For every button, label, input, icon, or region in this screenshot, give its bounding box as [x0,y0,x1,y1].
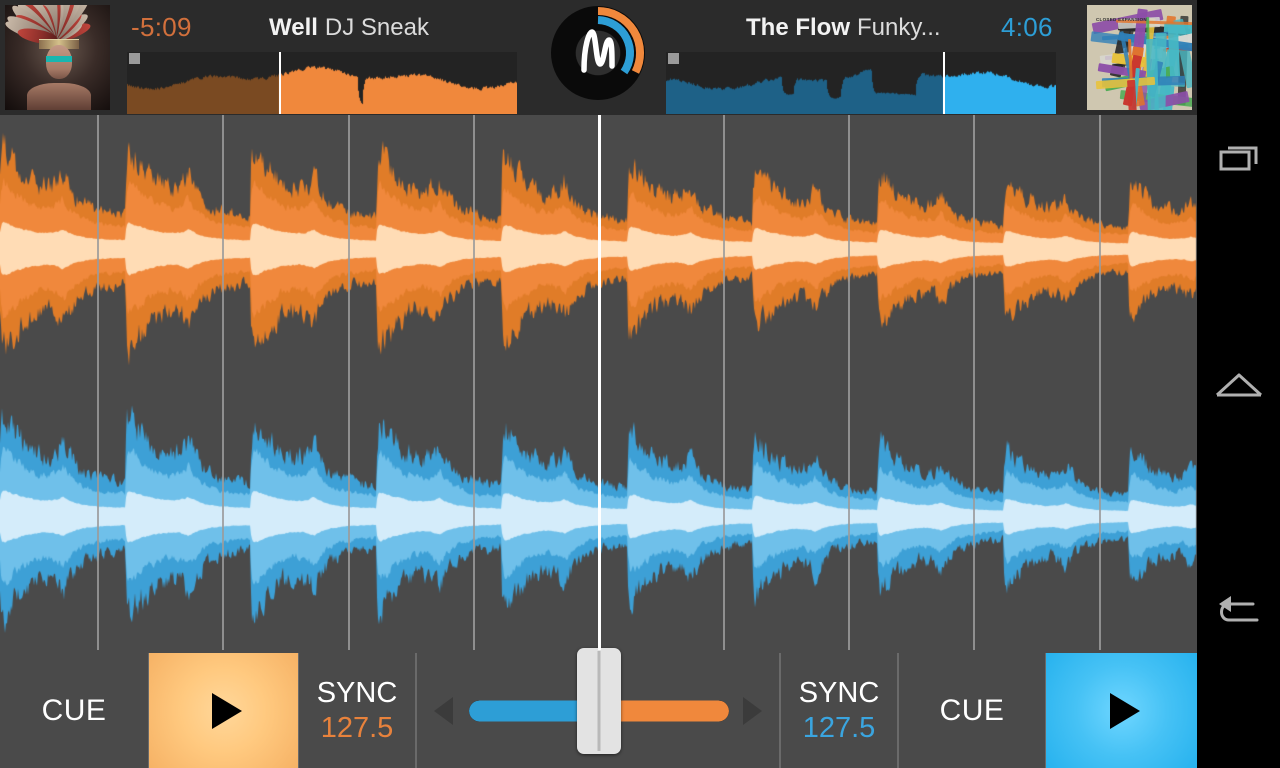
nav-home-button[interactable] [1197,330,1280,440]
arrow-left-icon[interactable] [434,696,453,725]
deck-b-play-button[interactable] [1046,653,1197,768]
deck-b-time-remaining: 4:06 [1001,12,1053,42]
deck-a-cue-marker [129,53,140,64]
app-logo[interactable] [551,6,645,100]
deck-b-sync-button[interactable]: SYNC 127.5 [780,653,898,768]
album-art-right[interactable]: CLOSED EXPANSION [1087,5,1192,110]
circular-waveform-logo-icon [581,6,645,75]
album-art-left-image [5,5,110,110]
deck-a-cue-button[interactable]: CUE [0,653,149,768]
deck-b-track-info[interactable]: The Flow Funky... [746,14,941,42]
play-triangle-icon [1109,692,1140,729]
beat-grid-line [348,115,350,650]
deck-b-bpm-value: 127.5 [802,711,876,744]
nav-recents-button[interactable] [1197,105,1280,215]
beat-grid-line [848,115,850,650]
playhead-marker [598,115,601,650]
deck-a-position-marker [279,52,281,114]
home-icon [1215,373,1262,397]
deck-b-position-marker [943,52,945,114]
deck-a-track-title: Well [269,14,318,41]
deck-a-sync-button[interactable]: SYNC 127.5 [298,653,416,768]
play-triangle-icon [211,692,242,729]
deck-a-track-info[interactable]: Well DJ Sneak [269,14,429,42]
crossfader-area[interactable] [416,648,780,768]
android-navigation-bar [1197,0,1280,768]
back-icon [1218,596,1258,622]
deck-b-cue-label: CUE [939,693,1005,727]
deck-a-play-button[interactable] [149,653,298,768]
deck-a-time-remaining: -5:09 [131,12,192,42]
album-art-right-title: CLOSED EXPANSION [1096,17,1147,22]
deck-b-sync-label: SYNC [798,676,880,709]
deck-b-track-overview[interactable] [666,52,1056,114]
beat-grid-line [97,115,99,650]
deck-b-track-title: The Flow [746,14,850,41]
nav-back-button[interactable] [1197,555,1280,665]
album-art-right-image: CLOSED EXPANSION [1087,5,1192,110]
crossfader-handle[interactable] [577,648,621,754]
album-art-left[interactable] [5,5,110,110]
beat-grid-line [723,115,725,650]
recents-icon [1219,146,1257,171]
beat-grid-line [222,115,224,650]
deck-a-track-artist: DJ Sneak [324,14,429,41]
deck-b-track-artist: Funky... [857,14,941,41]
header-bar: CLOSED EXPANSION -5:09 4:06 Well DJ Sneak… [0,0,1197,115]
deck-a-cue-label: CUE [41,693,107,727]
deck-a-sync-label: SYNC [316,676,398,709]
deck-b-cue-marker [668,53,679,64]
waveform-display[interactable] [0,115,1197,650]
deck-a-track-overview[interactable] [127,52,517,114]
deck-a-bpm-value: 127.5 [320,711,394,744]
dj-app-screen: CLOSED EXPANSION -5:09 4:06 Well DJ Sneak… [0,0,1280,768]
beat-grid-line [1099,115,1101,650]
transport-bar: CUE SYNC 127.5 SYNC 127.5 CUE [0,648,1197,768]
deck-b-cue-button[interactable]: CUE [898,653,1046,768]
arrow-right-icon[interactable] [743,696,762,725]
beat-grid-line [973,115,975,650]
beat-grid-line [473,115,475,650]
